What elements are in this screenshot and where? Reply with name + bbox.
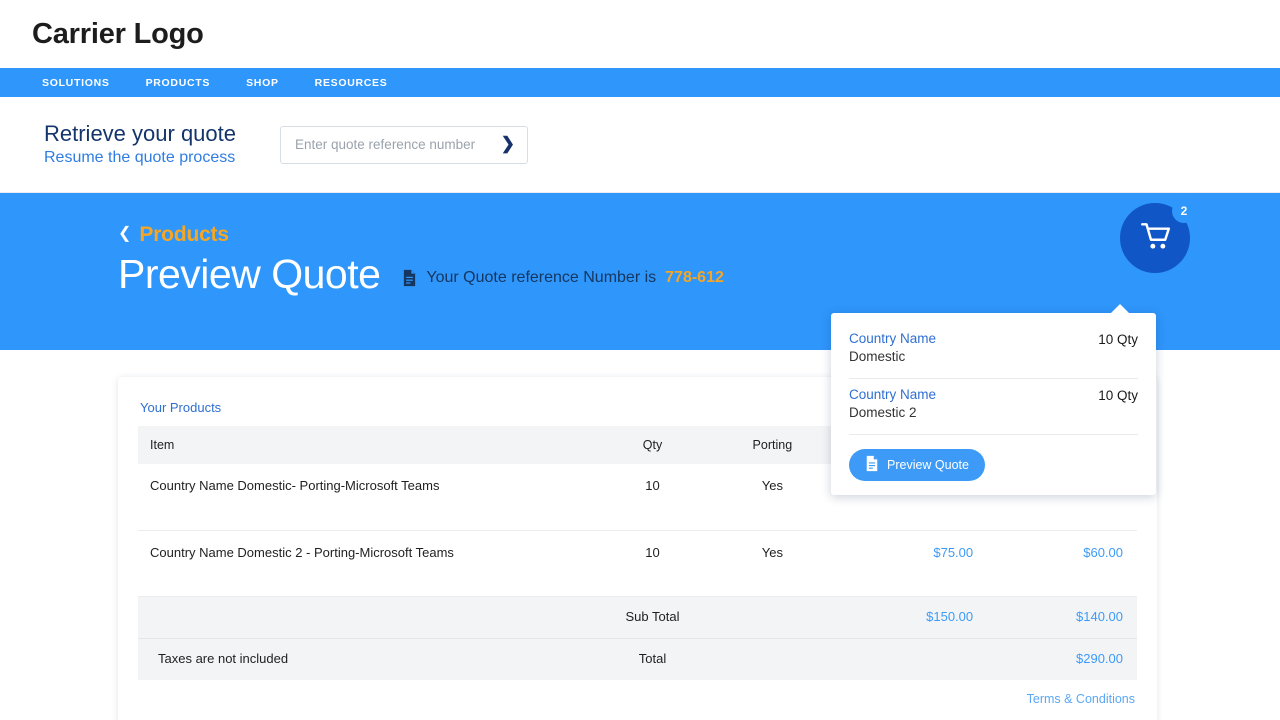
subtotal-spacer [138,596,598,639]
preview-quote-button[interactable]: Preview Quote [849,448,985,481]
terms-and-conditions-link[interactable]: Terms & Conditions [138,692,1137,706]
row-recurring-charge: $75.00 [837,530,988,597]
chevron-left-icon[interactable]: ❮ [118,226,131,242]
subtotal-row: Sub Total $150.00 $140.00 [138,596,1137,639]
products-table-body: Country Name Domestic- Porting-Microsoft… [138,464,1137,680]
main-navigation: SOLUTIONS PRODUCTS SHOP RESOURCES [0,68,1280,97]
cart-item-qty: 10 Qty [1098,387,1138,403]
brand-logo: Carrier Logo [32,17,204,50]
cart-popup-item-text: Country Name Domestic 2 [849,387,936,422]
cart-popup: Country Name Domestic 10 Qty Country Nam… [831,304,1156,495]
row-item-name: Country Name Domestic 2 - Porting-Micros… [138,530,598,597]
quote-reference-number: 778-612 [665,269,724,287]
cart-popup-item[interactable]: Country Name Domestic 2 10 Qty [849,379,1138,435]
retrieve-quote-subtitle: Resume the quote process [44,149,236,167]
chevron-right-icon[interactable]: ❯ [501,135,515,154]
cart-popup-item-text: Country Name Domestic [849,331,936,366]
brand-bar: Carrier Logo [0,0,1280,68]
taxes-note: Taxes are not included [138,638,598,680]
col-header-item: Item [138,426,598,464]
row-porting: Yes [707,530,838,597]
retrieve-quote-title: Retrieve your quote [44,120,236,146]
cart-button-wrapper[interactable]: 2 [1120,199,1196,273]
row-porting: Yes [707,464,838,531]
cart-popup-item[interactable]: Country Name Domestic 10 Qty [849,329,1138,379]
row-onetime-charge: $60.00 [987,530,1137,597]
quote-reference-input[interactable] [295,137,485,152]
quote-reference-label: Your Quote reference Number is [426,269,657,287]
row-item-name: Country Name Domestic- Porting-Microsoft… [138,464,598,531]
breadcrumb[interactable]: ❮ Products [118,223,1280,247]
col-header-qty: Qty [597,426,708,464]
total-value: $290.00 [987,638,1137,680]
retrieve-quote-section: Retrieve your quote Resume the quote pro… [0,97,1280,193]
col-header-porting: Porting [707,426,838,464]
total-spacer [707,638,838,680]
hero-title-row: Preview Quote Your Quote reference Numbe… [118,251,1280,297]
retrieve-quote-text: Retrieve your quote Resume the quote pro… [44,120,236,168]
preview-quote-button-label: Preview Quote [887,457,969,472]
cart-button[interactable]: 2 [1120,199,1196,273]
subtotal-spacer-2 [707,596,838,639]
document-icon [865,455,879,475]
subtotal-onetime: $140.00 [987,596,1137,639]
cart-item-qty: 10 Qty [1098,332,1138,347]
cart-item-name: Country Name [849,331,937,346]
nav-item-solutions[interactable]: SOLUTIONS [42,77,110,89]
total-row: Taxes are not included Total $290.00 [138,638,1137,680]
total-spacer-2 [837,638,988,680]
cart-badge-count: 2 [1172,199,1196,223]
nav-item-shop[interactable]: SHOP [246,77,279,89]
subtotal-recurring: $150.00 [837,596,988,639]
breadcrumb-label[interactable]: Products [139,223,229,247]
quote-reference-info: Your Quote reference Number is 778-612 [402,269,724,296]
quote-reference-field[interactable]: ❯ [280,125,528,164]
row-qty: 10 [597,530,708,597]
page-title: Preview Quote [118,251,381,297]
shopping-cart-icon [1138,219,1172,258]
cart-item-name: Country Name [849,386,937,402]
document-icon [402,269,417,287]
page-root: Carrier Logo SOLUTIONS PRODUCTS SHOP RES… [0,0,1280,720]
cart-item-sub: Domestic [849,348,906,364]
cart-item-sub: Domestic 2 [849,404,917,420]
table-row: Country Name Domestic 2 - Porting-Micros… [138,530,1137,597]
nav-item-resources[interactable]: RESOURCES [315,77,388,89]
subtotal-label: Sub Total [597,596,708,639]
total-label: Total [597,638,708,680]
row-qty: 10 [597,464,708,531]
nav-item-products[interactable]: PRODUCTS [146,77,211,89]
